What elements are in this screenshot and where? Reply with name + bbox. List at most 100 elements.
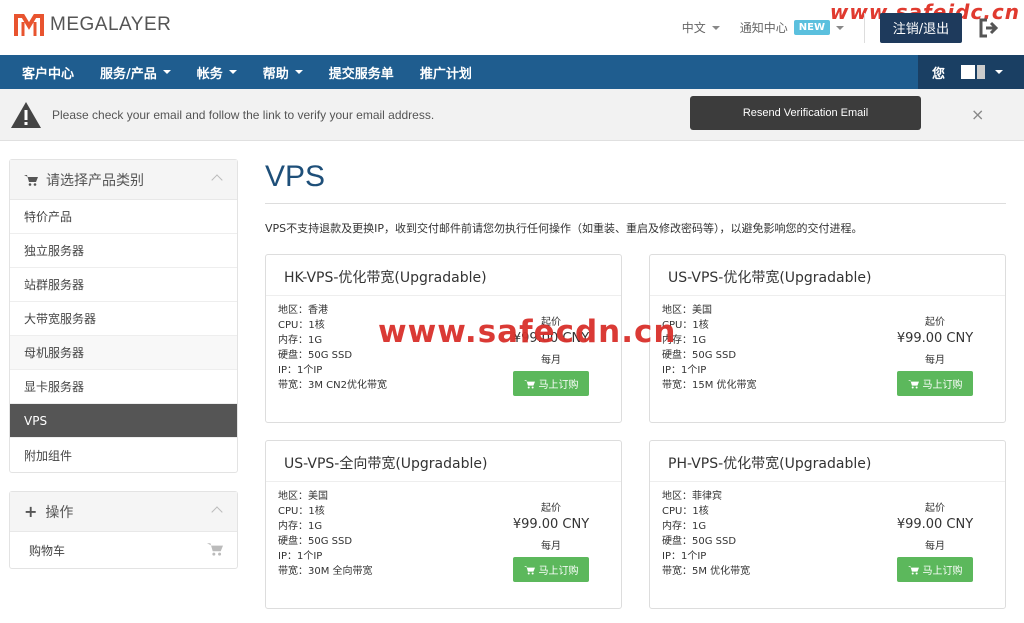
sidebar-item-addons[interactable]: 附加组件 [10,438,237,472]
exit-icon[interactable] [978,17,1000,39]
language-dropdown[interactable]: 中文 [682,19,720,36]
order-now-button[interactable]: 马上订购 [513,371,589,396]
main-content: VPS VPS不支持退款及更换IP，收到交付邮件前请您勿执行任何操作（如重装、重… [265,160,1006,609]
chevron-up-icon[interactable] [211,174,223,186]
product-card-us-optimized: US-VPS-优化带宽(Upgradable) 地区：美国 CPU：1核 内存：… [649,254,1006,423]
chevron-up-icon[interactable] [211,506,223,518]
divider [650,295,1005,296]
price-from: 起价 [925,503,945,514]
divider [864,12,865,43]
spec-memory: 内存：1G [278,521,323,532]
cart-icon [523,379,535,389]
category-panel-title: 请选择产品类别 [46,172,144,189]
product-name: US-VPS-优化带宽(Upgradable) [668,270,872,286]
order-label: 马上订购 [538,566,579,577]
spec-cpu: CPU：1核 [278,506,325,517]
nav-billing[interactable]: 帐务 [184,55,250,89]
spec-region: 地区：美国 [278,491,328,502]
price-box: 起价 ¥99.00 CNY 每月 [890,313,980,366]
sidebar-item-label: 大带宽服务器 [24,312,97,326]
spec-bandwidth: 带宽：3M CN2优化带宽 [278,380,387,391]
category-panel: 请选择产品类别 特价产品 独立服务器 站群服务器 大带宽服务器 母机服务器 显卡… [9,159,238,473]
nav-affiliates[interactable]: 推广计划 [407,55,485,89]
user-label: 您 [932,66,946,82]
page-title: VPS [265,160,1006,204]
language-label: 中文 [681,21,706,35]
sidebar-item-host[interactable]: 母机服务器 [10,336,237,370]
sidebar-item-label: VPS [24,413,48,428]
spec-region: 地区：菲律宾 [662,491,722,502]
order-now-button[interactable]: 马上订购 [513,557,589,582]
nav-services[interactable]: 服务/产品 [87,55,184,89]
chevron-down-icon [711,25,720,30]
top-header: MEGALAYER www.safeidc.cn 中文 通知中心 NEW 注销/… [0,0,1024,55]
logo[interactable]: MEGALAYER [14,12,171,38]
order-label: 马上订购 [922,380,963,391]
sidebar-item-label: 独立服务器 [24,244,85,258]
price: ¥99.00 CNY [512,517,590,532]
category-panel-header[interactable]: 请选择产品类别 [10,160,237,200]
chevron-down-icon [162,70,171,74]
sidebar-item-special[interactable]: 特价产品 [10,200,237,234]
product-specs: 地区：美国 CPU：1核 内存：1G 硬盘：50G SSD IP：1个IP 带宽… [278,489,373,579]
vps-notice: VPS不支持退款及更换IP，收到交付邮件前请您勿执行任何操作（如重装、重启及修改… [265,222,863,235]
product-name: US-VPS-全向带宽(Upgradable) [284,456,488,472]
price-period: 每月 [925,355,945,366]
alert-message: Please check your email and follow the l… [52,107,435,122]
divider [266,295,621,296]
sidebar-item-gpu[interactable]: 显卡服务器 [10,370,237,404]
logo-text: MEGALAYER [50,14,172,35]
order-now-button[interactable]: 马上订购 [897,371,973,396]
plus-icon: + [24,502,38,521]
cart-icon [523,565,535,575]
price-period: 每月 [541,355,561,366]
cart-icon [907,565,919,575]
price: ¥99.00 CNY [896,331,974,346]
actions-panel-title: 操作 [45,504,74,521]
nav-client-center[interactable]: 客户中心 [0,55,87,89]
spec-memory: 内存：1G [662,521,707,532]
cart-icon [907,379,919,389]
warning-icon [11,101,41,128]
logout-button[interactable]: 注销/退出 [880,12,962,43]
divider [266,481,621,482]
chevron-down-icon [228,70,237,74]
spec-memory: 内存：1G [278,335,323,346]
cart-icon [207,543,223,556]
sidebar-item-bandwidth[interactable]: 大带宽服务器 [10,302,237,336]
order-label: 马上订购 [538,380,579,391]
nav-label: 推广计划 [419,66,472,82]
megalayer-logo-icon [14,14,44,36]
spec-disk: 硬盘：50G SSD [278,536,353,547]
nav-label: 帐务 [196,66,223,82]
sidebar-item-label: 显卡服务器 [24,380,85,394]
price-from: 起价 [925,317,945,328]
divider [650,481,1005,482]
spec-region: 地区：香港 [278,305,328,316]
main-navbar: 客户中心 服务/产品 帐务 帮助 提交服务单 推广计划 您 [0,55,1024,89]
notification-center[interactable]: 通知中心 NEW [740,19,844,36]
spec-disk: 硬盘：50G SSD [662,536,737,547]
nav-submit-ticket[interactable]: 提交服务单 [316,55,407,89]
sidebar-item-dedicated[interactable]: 独立服务器 [10,234,237,268]
sidebar-item-cart[interactable]: 购物车 [10,532,237,568]
spec-disk: 硬盘：50G SSD [662,350,737,361]
cart-icon [24,174,38,186]
user-menu[interactable]: 您 [918,55,1024,89]
order-now-button[interactable]: 马上订购 [897,557,973,582]
price-period: 每月 [925,541,945,552]
spec-ip: IP：1个IP [278,551,323,562]
nav-label: 提交服务单 [328,66,394,82]
sidebar-item-cluster[interactable]: 站群服务器 [10,268,237,302]
close-icon[interactable]: × [971,105,984,124]
spec-bandwidth: 带宽：30M 全向带宽 [278,566,373,577]
resend-verification-button[interactable]: Resend Verification Email [690,96,921,130]
actions-panel-header[interactable]: + 操作 [10,492,237,532]
overlay-watermark: www.safecdn.cn [378,314,677,350]
spec-ip: IP：1个IP [278,365,323,376]
sidebar-item-vps[interactable]: VPS [10,404,237,438]
spec-ip: IP：1个IP [662,365,707,376]
price-box: 起价 ¥99.00 CNY 每月 [890,499,980,552]
verification-alert: Please check your email and follow the l… [0,89,1024,141]
nav-help[interactable]: 帮助 [250,55,316,89]
